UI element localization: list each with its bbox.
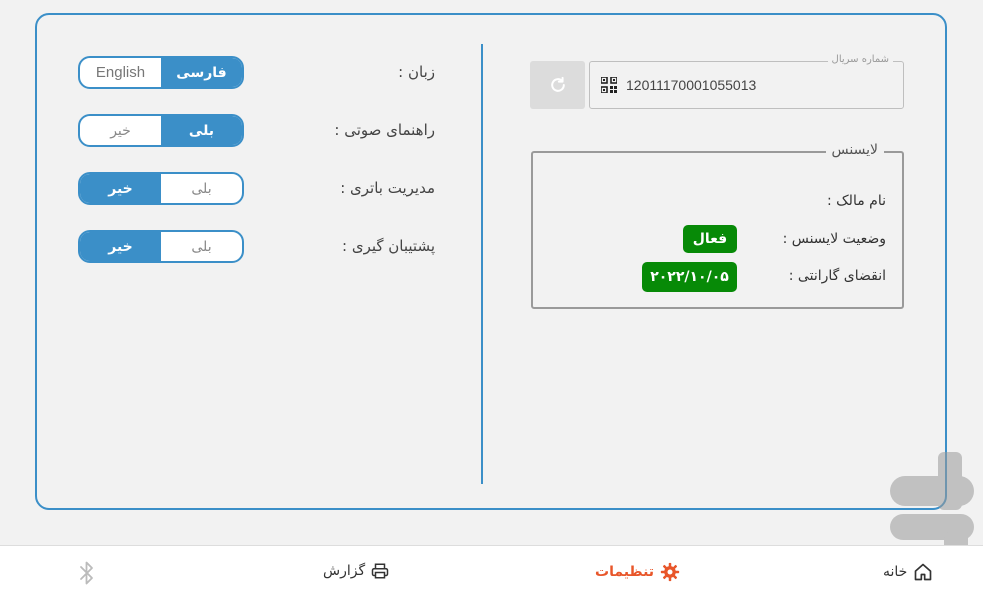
language-option-english[interactable]: English	[80, 58, 161, 87]
voice-guide-option-no[interactable]: خیر	[80, 116, 161, 145]
language-label: زبان :	[398, 63, 435, 81]
vertical-divider	[481, 44, 483, 484]
battery-management-option-yes[interactable]: بلی	[161, 174, 242, 203]
voice-guide-option-yes[interactable]: بلی	[161, 116, 242, 145]
nav-bluetooth[interactable]	[78, 560, 96, 586]
battery-management-label: مدیریت باتری :	[340, 179, 435, 197]
license-status-badge: فعال	[683, 225, 737, 253]
language-option-farsi[interactable]: فارسی	[161, 58, 242, 87]
warranty-expiry-badge: ۲۰۲۲/۱۰/۰۵	[642, 262, 737, 292]
backup-option-yes[interactable]: بلی	[161, 232, 242, 261]
nav-report-label: گزارش	[323, 563, 366, 579]
gear-icon	[660, 562, 680, 582]
nav-home[interactable]: خانه	[883, 562, 933, 582]
bluetooth-icon	[80, 561, 93, 585]
serial-number-value: 12011170001055013	[626, 77, 757, 93]
printer-icon	[371, 563, 389, 579]
language-toggle[interactable]: English فارسی	[78, 56, 244, 89]
backup-toggle[interactable]: خیر بلی	[78, 230, 244, 263]
nav-home-label: خانه	[883, 564, 908, 580]
owner-name-label: نام مالک :	[826, 193, 886, 209]
license-box: لایسنس نام مالک : وضعیت لایسنس : فعال ان…	[531, 142, 904, 309]
battery-management-option-no[interactable]: خیر	[80, 174, 161, 203]
serial-number-field[interactable]: شماره سریال 12011170001055013	[589, 54, 904, 109]
refresh-button[interactable]	[530, 61, 585, 109]
backup-option-no[interactable]: خیر	[80, 232, 161, 261]
voice-guide-toggle[interactable]: خیر بلی	[78, 114, 244, 147]
serial-number-legend: شماره سریال	[827, 54, 893, 65]
voice-guide-label: راهنمای صوتی :	[334, 121, 435, 139]
nav-report[interactable]: گزارش	[323, 562, 389, 580]
warranty-expiry-label: انقضای گارانتی :	[788, 268, 886, 284]
backup-label: پشتیبان گیری :	[342, 237, 435, 255]
refresh-icon	[550, 76, 565, 92]
qr-code-icon	[601, 77, 617, 93]
nav-settings[interactable]: تنظیمات	[595, 562, 680, 582]
nav-settings-label: تنظیمات	[595, 564, 655, 580]
battery-management-toggle[interactable]: خیر بلی	[78, 172, 244, 205]
license-legend: لایسنس	[825, 142, 884, 158]
license-status-label: وضعیت لایسنس :	[782, 231, 886, 247]
bottom-navigation: گزارش تنظیمات خانه	[0, 545, 983, 600]
home-icon	[914, 563, 932, 581]
